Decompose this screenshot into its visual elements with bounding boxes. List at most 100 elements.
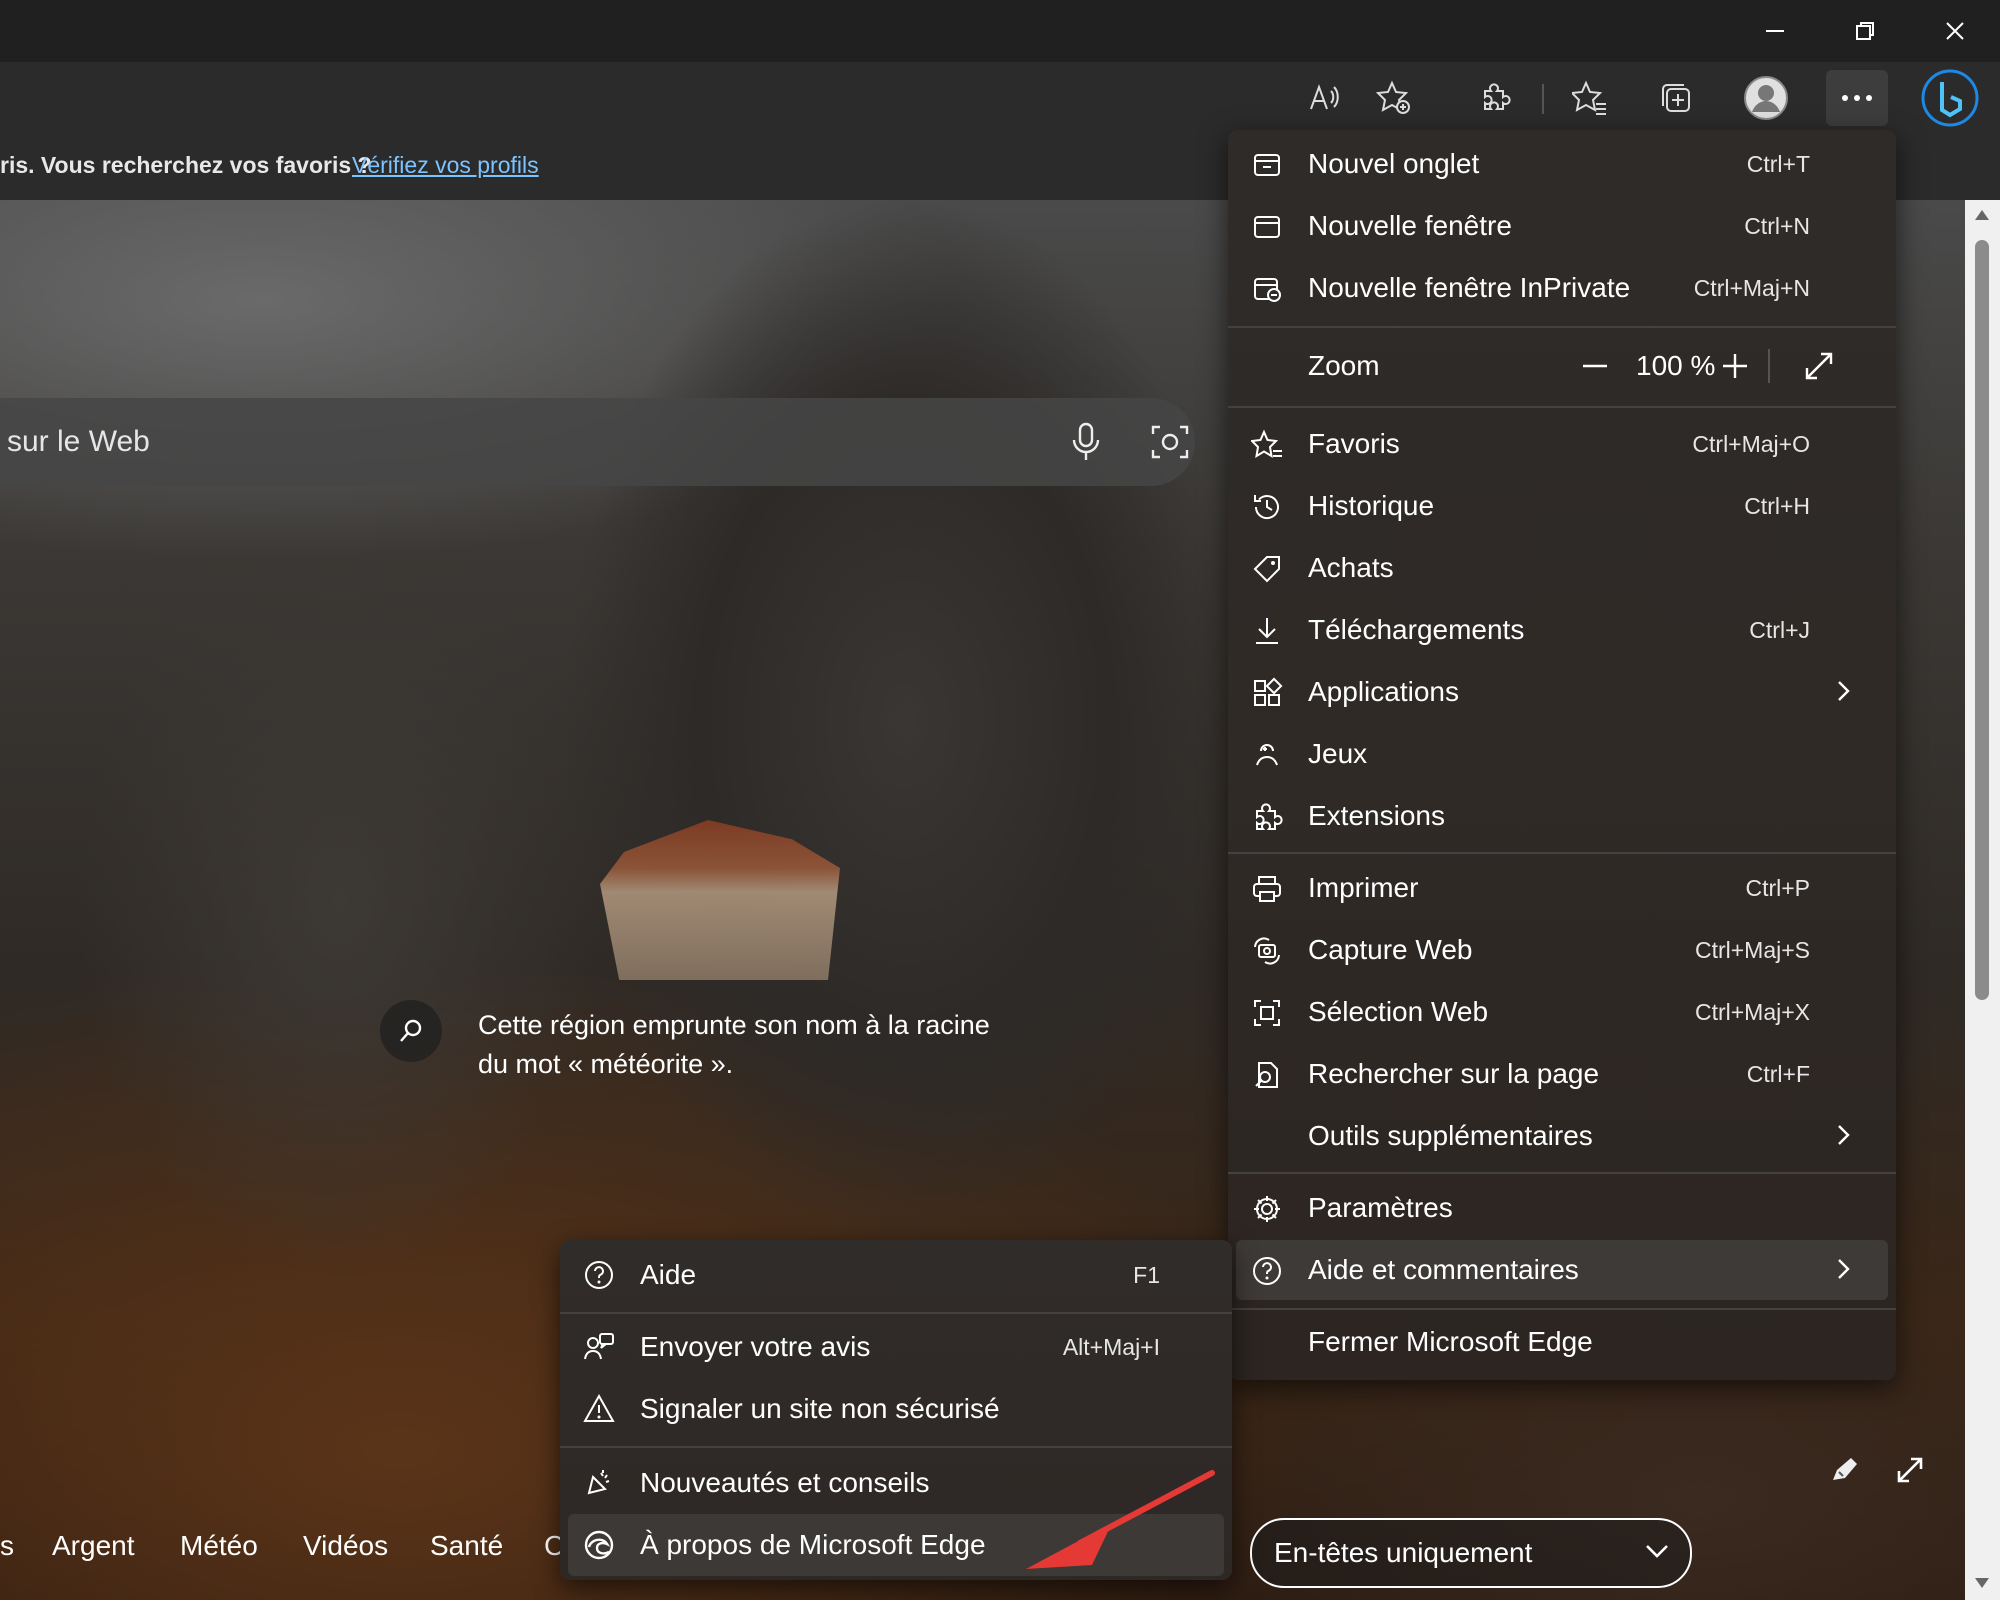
- expand-icon: [1805, 352, 1833, 380]
- settings-gear-icon: [1250, 1192, 1284, 1226]
- menu-item-games[interactable]: Jeux: [1228, 724, 1896, 784]
- puzzle-icon: [1484, 83, 1511, 110]
- bing-chat-button[interactable]: [1918, 66, 1982, 130]
- nav-item-meteo[interactable]: Météo: [180, 1530, 258, 1562]
- voice-search-button[interactable]: [1060, 416, 1112, 468]
- image-caption[interactable]: Cette région emprunte son nom à la racin…: [478, 1006, 998, 1084]
- scrollbar-thumb[interactable]: [1975, 240, 1989, 1000]
- add-favorite-button[interactable]: [1368, 72, 1420, 124]
- help-icon: [582, 1258, 616, 1292]
- read-aloud-button[interactable]: [1298, 72, 1350, 124]
- restore-icon: [1856, 22, 1874, 40]
- menu-item-print[interactable]: Imprimer Ctrl+P: [1228, 858, 1896, 918]
- menu-item-downloads[interactable]: Téléchargements Ctrl+J: [1228, 600, 1896, 660]
- history-icon: [1250, 490, 1284, 524]
- web-select-icon: [1250, 996, 1284, 1030]
- layout-selected-value: En-têtes uniquement: [1274, 1537, 1533, 1568]
- menu-item-label: Jeux: [1308, 738, 1368, 769]
- chevron-right-icon: [1838, 681, 1850, 701]
- nav-item-sante[interactable]: Santé: [430, 1530, 503, 1562]
- search-placeholder: sur le Web: [7, 425, 150, 458]
- zoom-in-button[interactable]: [1712, 343, 1758, 389]
- menu-item-new-inprivate-window[interactable]: Nouvelle fenêtre InPrivate Ctrl+Maj+N: [1228, 258, 1896, 318]
- zoom-value: 100 %: [1636, 350, 1716, 381]
- settings-and-more-button[interactable]: [1826, 70, 1888, 126]
- minus-icon: [1583, 364, 1607, 368]
- content-layout-dropdown[interactable]: En-têtes uniquement: [1250, 1518, 1692, 1588]
- menu-item-find-on-page[interactable]: Rechercher sur la page Ctrl+F: [1228, 1044, 1896, 1104]
- avatar: [1744, 76, 1788, 120]
- scroll-up-arrow-icon[interactable]: [1973, 208, 1991, 222]
- nav-item-argent[interactable]: Argent: [52, 1530, 135, 1562]
- toolbar-divider: [1542, 84, 1544, 114]
- full-screen-button[interactable]: [1796, 343, 1842, 389]
- image-info-button[interactable]: [380, 1000, 442, 1062]
- scroll-down-arrow-icon[interactable]: [1973, 1576, 1991, 1590]
- submenu-item-report-unsafe-site[interactable]: Signaler un site non sécurisé: [560, 1378, 1232, 1440]
- title-bar: [0, 0, 2000, 62]
- menu-item-web-select[interactable]: Sélection Web Ctrl+Maj+X: [1228, 982, 1896, 1042]
- nav-item[interactable]: s: [0, 1530, 14, 1562]
- check-profiles-link[interactable]: Vérifiez vos profils: [352, 130, 539, 200]
- chevron-right-icon: [1838, 1125, 1850, 1145]
- menu-item-help-and-feedback[interactable]: Aide et commentaires: [1236, 1240, 1888, 1300]
- bing-logo-icon: [1921, 69, 1979, 127]
- new-window-icon: [1250, 210, 1284, 244]
- menu-item-web-capture[interactable]: Capture Web Ctrl+Maj+S: [1228, 920, 1896, 980]
- menu-item-shortcut: Ctrl+F: [1746, 1061, 1810, 1087]
- restore-button[interactable]: [1820, 0, 1910, 62]
- favorites-button[interactable]: [1564, 72, 1616, 124]
- browser-toolbar: [0, 62, 2000, 130]
- chevron-down-icon: [1646, 1545, 1668, 1558]
- feedback-icon: [582, 1330, 616, 1364]
- menu-item-label: Fermer Microsoft Edge: [1308, 1326, 1593, 1357]
- settings-menu: Nouvel onglet Ctrl+T Nouvelle fenêtre Ct…: [1228, 130, 1896, 1380]
- submenu-item-help[interactable]: Aide F1: [560, 1244, 1232, 1306]
- menu-item-new-window[interactable]: Nouvelle fenêtre Ctrl+N: [1228, 196, 1896, 256]
- menu-item-new-tab[interactable]: Nouvel onglet Ctrl+T: [1228, 134, 1896, 194]
- page-scrollbar[interactable]: [1965, 200, 2000, 1600]
- menu-item-shopping[interactable]: Achats: [1228, 538, 1896, 598]
- close-window-button[interactable]: [1910, 0, 2000, 62]
- edit-brush-icon: [1833, 1458, 1857, 1480]
- menu-item-shortcut: Ctrl+P: [1745, 875, 1810, 901]
- menu-item-label: Aide et commentaires: [1308, 1254, 1579, 1285]
- menu-item-favorites[interactable]: Favoris Ctrl+Maj+O: [1228, 414, 1896, 474]
- menu-divider: [1228, 1308, 1896, 1310]
- menu-item-more-tools[interactable]: Outils supplémentaires: [1228, 1106, 1896, 1166]
- visual-search-button[interactable]: [1144, 416, 1196, 468]
- profile-button[interactable]: [1740, 72, 1792, 124]
- menu-item-shortcut: Ctrl+Maj+S: [1694, 937, 1810, 963]
- apps-icon: [1250, 676, 1284, 710]
- web-search-bar[interactable]: sur le Web: [0, 398, 1195, 486]
- menu-item-label: Capture Web: [1308, 934, 1473, 965]
- menu-item-close-edge[interactable]: Fermer Microsoft Edge: [1228, 1312, 1896, 1372]
- zoom-out-button[interactable]: [1572, 343, 1618, 389]
- menu-item-label: Achats: [1308, 552, 1394, 583]
- submenu-item-shortcut: F1: [1133, 1262, 1160, 1288]
- new-tab-icon: [1250, 148, 1284, 182]
- plus-icon: [1723, 354, 1747, 378]
- submenu-item-label: À propos de Microsoft Edge: [640, 1529, 986, 1560]
- menu-item-apps[interactable]: Applications: [1228, 662, 1896, 722]
- menu-item-label: Extensions: [1308, 800, 1445, 831]
- menu-item-label: Téléchargements: [1308, 614, 1525, 645]
- collections-button[interactable]: [1650, 72, 1702, 124]
- extensions-button[interactable]: [1468, 72, 1520, 124]
- minimize-button[interactable]: [1730, 0, 1820, 62]
- zoom-label: Zoom: [1308, 350, 1380, 381]
- menu-item-settings[interactable]: Paramètres: [1228, 1178, 1896, 1238]
- menu-divider: [1228, 326, 1896, 328]
- menu-divider: [560, 1446, 1232, 1448]
- submenu-item-send-feedback[interactable]: Envoyer votre avis Alt+Maj+I: [560, 1316, 1232, 1378]
- menu-item-extensions[interactable]: Extensions: [1228, 786, 1896, 846]
- web-capture-icon: [1250, 934, 1284, 968]
- nav-item-videos[interactable]: Vidéos: [303, 1530, 388, 1562]
- fullscreen-button[interactable]: [1885, 1445, 1935, 1495]
- customize-page-button[interactable]: [1820, 1445, 1870, 1495]
- menu-item-label: Favoris: [1308, 428, 1400, 459]
- menu-divider: [1228, 406, 1896, 408]
- submenu-item-label: Signaler un site non sécurisé: [640, 1393, 1000, 1424]
- menu-item-shortcut: Ctrl+H: [1744, 493, 1810, 519]
- menu-item-history[interactable]: Historique Ctrl+H: [1228, 476, 1896, 536]
